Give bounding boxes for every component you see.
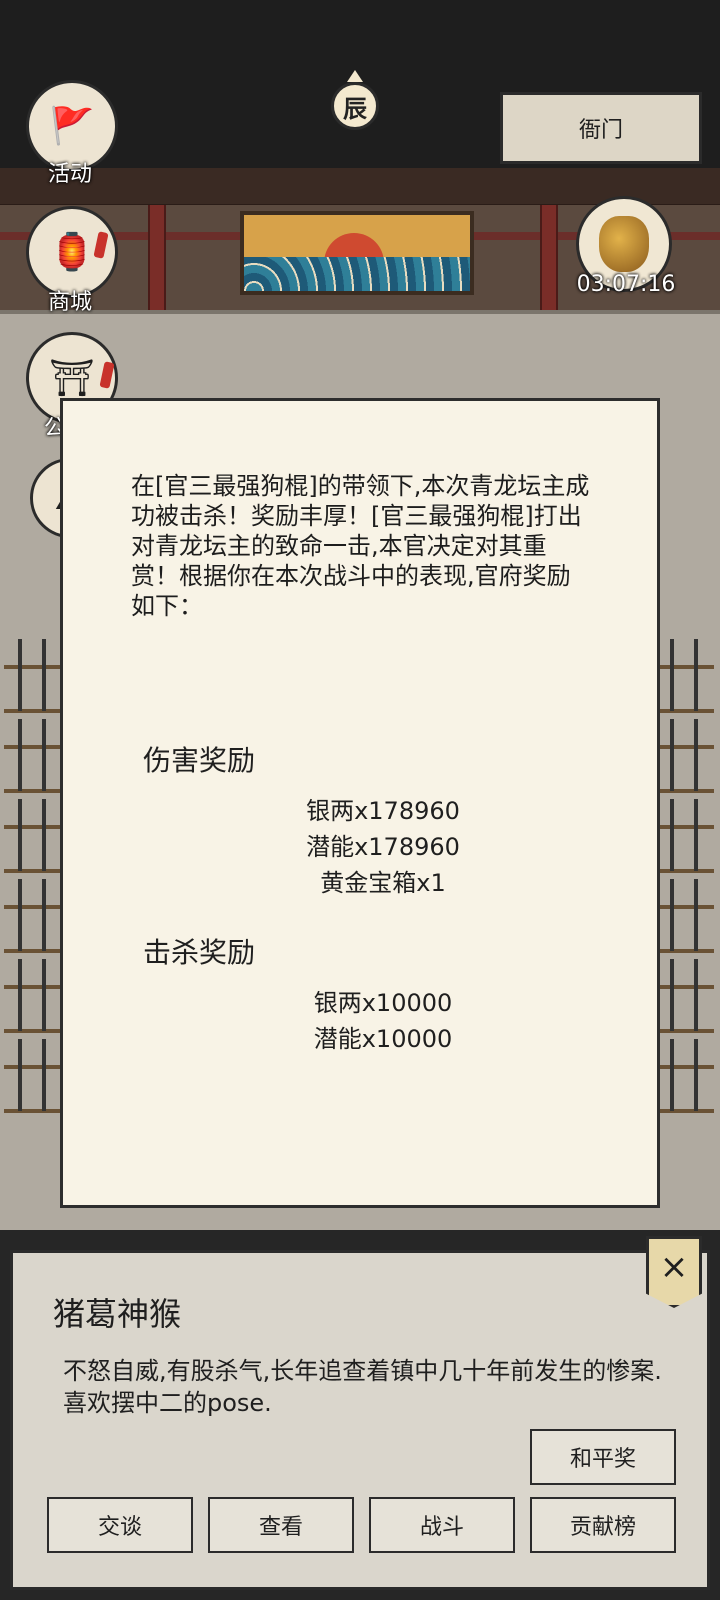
reward-item: 潜能x178960 — [306, 833, 460, 861]
reward-item: 黄金宝箱x1 — [320, 869, 446, 897]
shop-label: 商城 — [48, 290, 93, 315]
reward-dialog: 在[官三最强狗棍]的带领下,本次青龙坛主成功被击杀！奖励丰厚！[官三最强狗棍]打… — [60, 398, 660, 1208]
weapon-rack — [4, 959, 62, 1033]
yamen-button[interactable]: 衙门 — [500, 92, 702, 164]
weapon-rack — [656, 719, 714, 793]
waves-decoration — [244, 257, 470, 291]
gate-icon: ⛩ — [49, 358, 95, 399]
contribution-ranking-button[interactable]: 贡献榜 — [530, 1497, 676, 1553]
weapon-rack — [4, 639, 62, 713]
npc-info-panel: 猪葛神猴 不怒自威,有股杀气,长年追查着镇中几十年前发生的惨案.喜欢摆中二的po… — [10, 1250, 710, 1590]
fight-button[interactable]: 战斗 — [369, 1497, 515, 1553]
sunrise-painting — [240, 211, 474, 295]
time-of-day-badge: 辰 — [331, 82, 379, 130]
shop-stall-icon: 🏮 — [49, 232, 95, 273]
weapon-rack — [656, 799, 714, 873]
kill-reward-title: 击杀奖励 — [143, 936, 256, 969]
npc-name: 猪葛神猴 — [53, 1295, 182, 1333]
close-icon: × — [659, 1247, 689, 1287]
reward-item: 潜能x10000 — [313, 1025, 453, 1053]
floor-edge — [0, 310, 720, 314]
reward-item: 银两x10000 — [313, 989, 453, 1017]
close-button[interactable]: × — [646, 1236, 702, 1308]
pillar — [540, 205, 558, 315]
talk-button[interactable]: 交谈 — [47, 1497, 193, 1553]
reward-message: 在[官三最强狗棍]的带领下,本次青龙坛主成功被击杀！奖励丰厚！[官三最强狗棍]打… — [131, 472, 590, 620]
weapon-rack — [4, 1039, 62, 1113]
weapon-rack — [4, 879, 62, 953]
weapon-rack — [4, 719, 62, 793]
view-button[interactable]: 查看 — [208, 1497, 354, 1553]
peace-award-button[interactable]: 和平奖 — [530, 1429, 676, 1485]
damage-reward-section: 伤害奖励 银两x178960 潜能x178960 黄金宝箱x1 — [143, 739, 583, 901]
weapon-rack — [656, 879, 714, 953]
weapon-rack — [4, 799, 62, 873]
weapon-rack — [656, 959, 714, 1033]
pillar — [148, 205, 166, 315]
damage-reward-title: 伤害奖励 — [143, 744, 256, 777]
reward-item: 银两x178960 — [306, 797, 460, 825]
weapon-rack — [656, 1039, 714, 1113]
flag-icon: 🚩 — [49, 106, 95, 147]
activity-label: 活动 — [48, 162, 93, 187]
kill-reward-section: 击杀奖励 银两x10000 潜能x10000 — [143, 931, 583, 1057]
countdown-timer: 03:07:16 — [576, 272, 676, 297]
npc-description: 不怒自威,有股杀气,长年追查着镇中几十年前发生的惨案.喜欢摆中二的pose. — [63, 1357, 662, 1417]
sun-ray-icon — [347, 70, 363, 82]
weapon-rack — [656, 639, 714, 713]
vase-icon — [599, 216, 649, 272]
